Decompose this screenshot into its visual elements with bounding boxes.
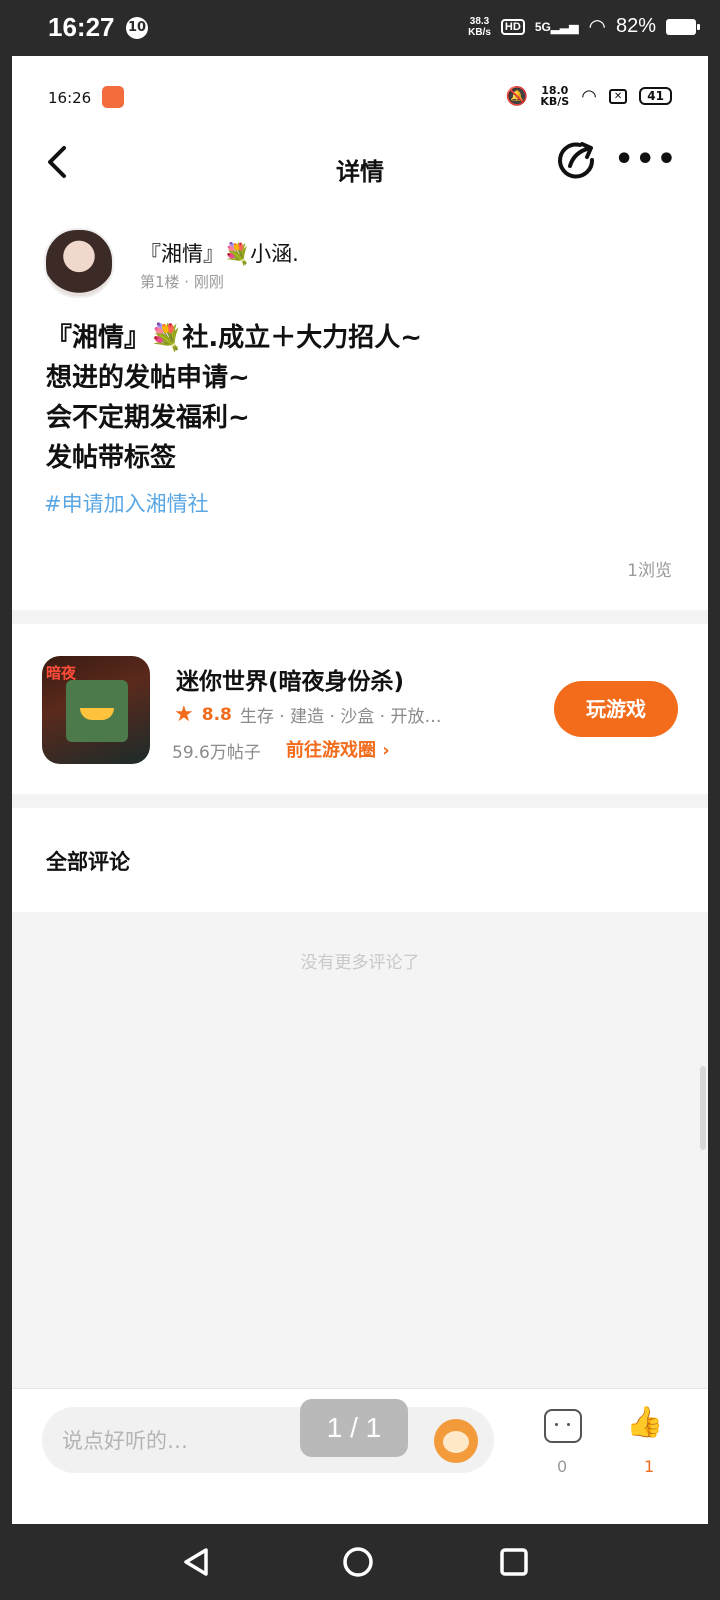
inner-status-icons: 🔕 18.0 KB/S ◠ ✕ 41	[506, 85, 672, 107]
post-line: 发帖带标签	[46, 443, 177, 473]
game-post-count: 59.6万帖子	[172, 743, 261, 763]
comment-placeholder: 说点好听的…	[62, 1429, 188, 1453]
post-line: 『湘情』💐社.成立＋大力招人~	[46, 323, 423, 353]
author-name[interactable]: 『湘情』💐小涵.	[140, 238, 299, 268]
network-speed: 38.3 KB/s	[468, 15, 491, 38]
share-button[interactable]	[556, 140, 598, 182]
post-line: 想进的发帖申请~	[46, 363, 250, 393]
battery-icon	[666, 18, 700, 35]
comment-icon[interactable]	[544, 1409, 582, 1443]
view-count: 1浏览	[627, 561, 672, 581]
like-count: 1	[644, 1457, 655, 1476]
comment-input[interactable]: 说点好听的…	[42, 1407, 494, 1473]
circle-home-icon	[343, 1547, 373, 1577]
comments-area	[12, 912, 708, 1388]
nav-recents-button[interactable]	[494, 1542, 534, 1582]
more-options-button[interactable]: •••	[614, 145, 678, 175]
game-title[interactable]: 迷你世界(暗夜身份杀)	[176, 662, 404, 696]
post-meta: 第1楼 · 刚刚	[140, 273, 224, 291]
inner-status-time: 16:26	[48, 89, 92, 107]
game-icon[interactable]: 暗夜	[42, 656, 150, 764]
nav-back-button[interactable]	[176, 1542, 216, 1582]
nav-home-button[interactable]	[338, 1542, 378, 1582]
page-indicator: 1 / 1	[300, 1399, 408, 1457]
game-rating-row: ★ 8.8 生存 · 建造 · 沙盒 · 开放…	[174, 702, 442, 727]
game-rating: 8.8	[201, 704, 232, 725]
no-more-comments: 没有更多评论了	[300, 953, 420, 973]
wifi-icon: ◠	[581, 85, 597, 107]
play-game-button[interactable]: 玩游戏	[554, 681, 678, 737]
author-avatar[interactable]	[44, 228, 114, 298]
status-time: 16:27	[48, 12, 115, 42]
page-title: 详情	[336, 158, 384, 186]
mute-bell-icon: 🔕	[505, 85, 529, 107]
inner-network-speed: 18.0 KB/S	[540, 84, 570, 108]
battery-percent: 82%	[615, 15, 656, 37]
game-genres: 生存 · 建造 · 沙盒 · 开放…	[239, 707, 442, 727]
square-recents-icon	[500, 1548, 528, 1576]
wifi-icon: ◠	[588, 16, 606, 38]
system-status-bar: 16:27 10 38.3 KB/s HD 5G▂▃▅ ◠ 82%	[0, 0, 720, 56]
comments-title: 全部评论	[46, 850, 130, 874]
status-icons: 38.3 KB/s HD 5G▂▃▅ ◠ 82%	[468, 14, 700, 39]
share-icon	[558, 142, 595, 179]
game-circle-link[interactable]: 前往游戏圈 ›	[286, 736, 390, 762]
inner-battery-icon: 41	[639, 87, 672, 105]
thumbs-up-icon[interactable]: 👍	[626, 1405, 663, 1440]
mascot-icon[interactable]	[434, 1419, 478, 1463]
notification-badge: 10	[126, 17, 148, 39]
post-line: 会不定期发福利~	[46, 403, 250, 433]
hd-icon: HD	[500, 18, 525, 35]
star-icon: ★	[174, 702, 194, 727]
topic-tag-link[interactable]: #申请加入湘情社	[44, 488, 209, 518]
sim-icon: ✕	[608, 88, 628, 104]
triangle-back-icon	[184, 1548, 208, 1576]
bottom-action-bar: 说点好听的… 1 / 1 0 👍 1	[12, 1388, 708, 1525]
app-notification-icon	[102, 86, 124, 108]
section-divider	[12, 610, 708, 624]
scrollbar[interactable]	[700, 1066, 706, 1150]
more-dots-icon: •••	[614, 142, 678, 177]
section-divider	[12, 794, 708, 808]
comment-count: 0	[557, 1457, 568, 1476]
post-content: 『湘情』💐社.成立＋大力招人~ 想进的发帖申请~ 会不定期发福利~ 发帖带标签	[46, 318, 686, 478]
app-screen: 16:26 🔕 18.0 KB/S ◠ ✕ 41 详情 ••• 『湘情』💐小涵.…	[12, 56, 708, 1525]
signal-icon: 5G▂▃▅	[534, 19, 579, 34]
system-nav-bar	[0, 1524, 720, 1600]
